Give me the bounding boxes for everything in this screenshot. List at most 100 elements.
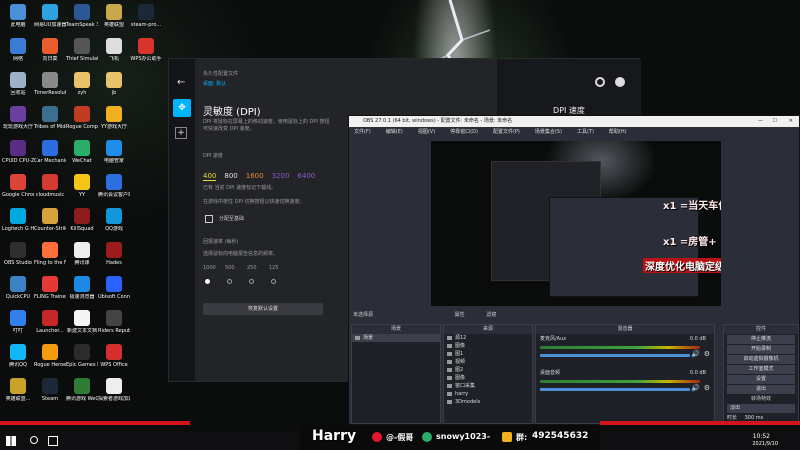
source-item[interactable]: 图像 xyxy=(444,374,532,382)
desktop-icon[interactable]: YY xyxy=(66,174,98,198)
dpi-value-option[interactable]: 1600 xyxy=(246,172,264,180)
control-button[interactable]: 开始录制 xyxy=(727,345,795,354)
user-icon[interactable] xyxy=(615,77,625,87)
desktop-icon[interactable]: jb xyxy=(98,72,130,96)
report-rate-radio[interactable] xyxy=(205,279,210,284)
desktop-icon[interactable]: 腾讯会议客户端 xyxy=(98,174,130,198)
taskview-icon[interactable] xyxy=(48,436,58,446)
desktop-icon[interactable]: Launcher... xyxy=(34,310,66,334)
desktop-icon[interactable]: 向日葵 xyxy=(34,38,66,62)
obs-menu-item[interactable]: 工具(T) xyxy=(577,129,594,135)
desktop-icon[interactable]: Riders Republic xyxy=(98,310,130,334)
desktop-icon[interactable]: FLING Trainer xyxy=(34,276,66,300)
desktop-icon[interactable]: 飞机 xyxy=(98,38,130,62)
report-rate-radio[interactable] xyxy=(271,279,276,284)
dpi-value-option[interactable]: 6400 xyxy=(297,172,315,180)
control-button[interactable]: 设置 xyxy=(727,375,795,384)
search-icon[interactable] xyxy=(30,436,38,444)
tray-time[interactable]: 10:52 xyxy=(753,433,770,440)
scene-item[interactable]: 场景 xyxy=(352,334,440,342)
desktop-icon[interactable]: 腾讯游戏 WeGame xyxy=(66,378,98,402)
desktop-icon[interactable]: KillSquad xyxy=(66,208,98,232)
desktop-icon[interactable]: QQ游戏 xyxy=(98,208,130,232)
obs-menu-item[interactable]: 停靠窗口(D) xyxy=(450,129,478,135)
add-icon[interactable]: + xyxy=(175,127,187,139)
desktop-icon[interactable]: WPS Office xyxy=(98,344,130,368)
desktop-icon[interactable]: 英雄联盟 xyxy=(98,4,130,28)
desktop-icon[interactable]: Ubisoft Connect xyxy=(98,276,130,300)
desktop-icon[interactable]: TeamSpeak 3 xyxy=(66,4,98,28)
gear-icon[interactable]: ⚙ xyxy=(704,384,710,392)
obs-menu-item[interactable]: 文件(F) xyxy=(354,129,371,135)
desktop-icon[interactable]: 网络 xyxy=(2,38,34,62)
control-button[interactable]: 启动虚拟摄像机 xyxy=(727,355,795,364)
speaker-icon[interactable]: 🔊 xyxy=(691,350,700,358)
desktop-icon[interactable]: 回收站 xyxy=(2,72,34,96)
desktop-icon[interactable]: TimerResolution xyxy=(34,72,66,96)
desktop-icon[interactable]: 英雄联盟... xyxy=(2,378,34,402)
control-button[interactable]: 退出 xyxy=(727,385,795,394)
source-item[interactable]: 图像 xyxy=(444,342,532,350)
windows-start-icon[interactable] xyxy=(6,436,16,446)
desktop-icon[interactable]: Rogue Heroes xyxy=(34,344,66,368)
crosshair-icon[interactable]: ✥ xyxy=(173,99,191,117)
obs-menu-item[interactable]: 配置文件(P) xyxy=(493,129,520,135)
assign-link[interactable]: 分配至基础 xyxy=(219,216,244,223)
dpi-value-option[interactable]: 3200 xyxy=(272,172,290,180)
back-arrow-icon[interactable]: ← xyxy=(177,77,185,88)
desktop-icon[interactable]: 腾讯课 xyxy=(66,242,98,266)
obs-menu-item[interactable]: 视图(V) xyxy=(418,129,435,135)
assign-icon[interactable] xyxy=(205,215,213,223)
speaker-icon[interactable]: 🔊 xyxy=(691,384,700,392)
source-item[interactable]: 源12 xyxy=(444,334,532,342)
filters-button[interactable]: 滤镜 xyxy=(486,312,496,318)
desktop-icon[interactable]: OBS Studio xyxy=(2,242,34,266)
desktop-icon[interactable]: Steam xyxy=(34,378,66,402)
maximize-icon[interactable]: ☐ xyxy=(773,116,777,127)
desktop-icon[interactable]: Epic Games Launcher xyxy=(66,344,98,368)
desktop-icon[interactable]: 腾讯QQ xyxy=(2,344,34,368)
desktop-icon[interactable]: cloudmusic xyxy=(34,174,66,198)
obs-preview-canvas[interactable]: x1 =当天车位 x1 =房管+ 群 深度优化电脑定级上分+ xyxy=(431,141,721,306)
desktop-icon[interactable]: 此电脑 xyxy=(2,4,34,28)
desktop-icon[interactable]: steam-pro... xyxy=(130,4,162,28)
obs-menu-item[interactable]: 编辑(E) xyxy=(386,129,403,135)
desktop-icon[interactable]: 新建文本文档 xyxy=(66,310,98,334)
control-button[interactable]: 工作室模式 xyxy=(727,365,795,374)
tray-date[interactable]: 2021/9/10 xyxy=(752,441,778,447)
control-button[interactable]: 停止推流 xyxy=(727,335,795,344)
desktop-icon[interactable]: Tribes of Midgard xyxy=(34,106,66,130)
desktop-icon[interactable]: 网易UU加速器 xyxy=(34,4,66,28)
desktop-icon[interactable]: 电脑管家 xyxy=(98,140,130,164)
reset-defaults-button[interactable]: 恢复默认设置 xyxy=(203,303,323,315)
desktop-icon[interactable]: zyh xyxy=(66,72,98,96)
obs-menu-item[interactable]: 场景集合(S) xyxy=(535,129,562,135)
gear-icon[interactable] xyxy=(595,77,605,87)
minimize-icon[interactable]: — xyxy=(758,116,763,127)
report-rate-radio[interactable] xyxy=(227,279,232,284)
source-item[interactable]: harry xyxy=(444,390,532,398)
source-item[interactable]: 视频 xyxy=(444,358,532,366)
desktop-icon[interactable]: 叮叮 xyxy=(2,310,34,334)
obs-menu-item[interactable]: 帮助(H) xyxy=(609,129,627,135)
desktop-icon[interactable]: YY游戏大厅 xyxy=(98,106,130,130)
desktop-icon[interactable]: QuickCPU xyxy=(2,276,34,300)
transition-select[interactable]: 淡出 xyxy=(727,404,795,413)
desktop-icon[interactable]: 玩玩游戏大厅 xyxy=(2,106,34,130)
profile-name[interactable]: 桌面: 默认 xyxy=(203,81,226,88)
mixer-slider-1[interactable] xyxy=(540,354,690,357)
desktop-icon[interactable]: Thief Simulator xyxy=(66,38,98,62)
source-item[interactable]: 图1 xyxy=(444,350,532,358)
desktop-icon[interactable]: CPUID CPU-Z xyxy=(2,140,34,164)
desktop-icon[interactable]: Car Mechanic... xyxy=(34,140,66,164)
gear-icon[interactable]: ⚙ xyxy=(704,350,710,358)
mixer-slider-2[interactable] xyxy=(540,388,690,391)
close-icon[interactable]: ✕ xyxy=(789,116,793,127)
desktop-icon[interactable]: WPS办公助手 xyxy=(130,38,162,62)
desktop-icon[interactable]: Rogue Company xyxy=(66,106,98,130)
source-item[interactable]: 窗口采集 xyxy=(444,382,532,390)
desktop-icon[interactable]: 探索者游戏加速 xyxy=(98,378,130,402)
dpi-value-option[interactable]: 800 xyxy=(224,172,237,180)
desktop-icon[interactable]: Counter-Strike Global Off... xyxy=(34,208,66,232)
dpi-value-option[interactable]: 400 xyxy=(203,172,217,181)
